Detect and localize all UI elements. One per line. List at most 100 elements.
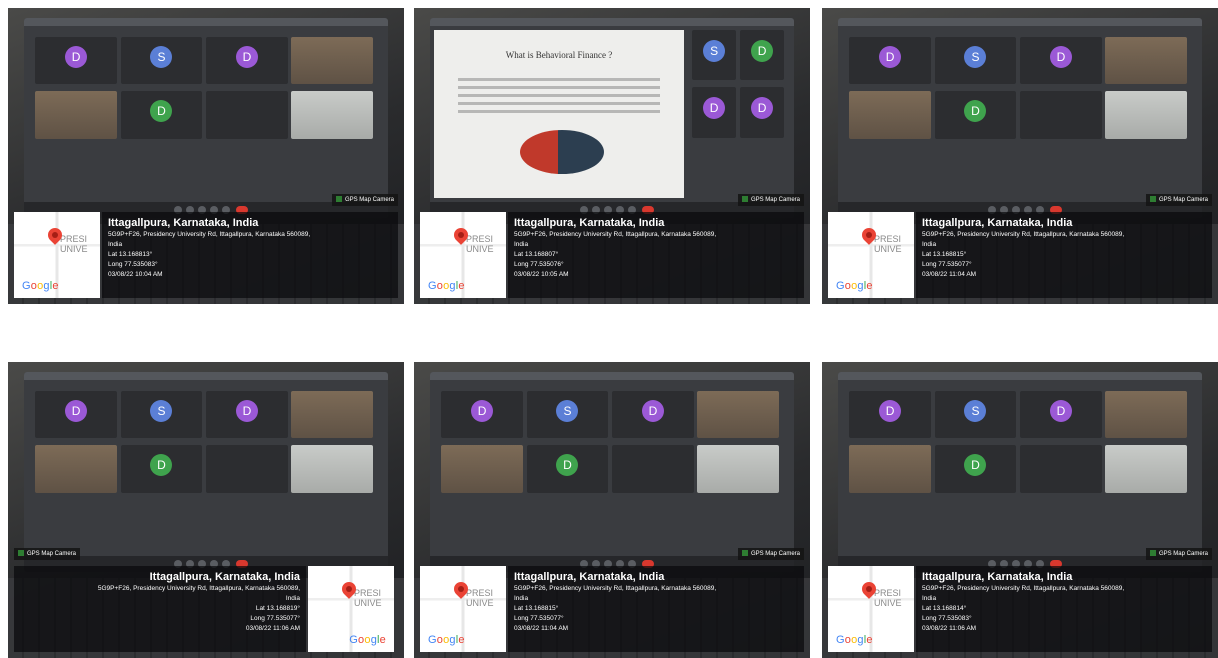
participant-tile[interactable]	[35, 445, 117, 493]
google-logo-letter: G	[428, 280, 437, 292]
participant-tile[interactable]: D	[1020, 390, 1102, 439]
laptop-screen: D S D D	[24, 372, 388, 572]
participant-tile[interactable]	[291, 390, 374, 439]
participant-tile[interactable]: D	[441, 390, 523, 439]
participant-avatar: S	[556, 399, 579, 422]
map-place-label: PRESI UNIVE	[466, 588, 494, 608]
laptop-screen: D S D D	[838, 372, 1202, 572]
participant-tile[interactable]: D	[692, 87, 737, 138]
participant-tile[interactable]: S	[934, 390, 1017, 439]
latitude-line: Lat 13.168819°	[255, 605, 300, 612]
browser-bar	[24, 18, 388, 26]
gps-map-camera-label: GPS Map Camera	[27, 551, 77, 557]
participant-tile[interactable]	[1020, 445, 1102, 493]
latitude-line: Lat 13.168814°	[922, 605, 967, 612]
meeting-grid: D S D D	[28, 384, 384, 554]
participant-tile[interactable]	[206, 445, 288, 493]
laptop-photo: D S D D GPS Map Camera PRESI UNIVE Google Ittag…	[8, 362, 404, 658]
location-title: Ittagallpura, Karnataka, India	[514, 217, 665, 229]
participant-tile[interactable]	[849, 91, 931, 139]
google-logo-letter: e	[866, 280, 873, 292]
google-logo-letter: G	[428, 634, 437, 646]
participant-tile[interactable]	[1105, 36, 1188, 85]
participant-tile[interactable]: D	[612, 390, 694, 439]
participant-tile[interactable]: D	[35, 36, 117, 85]
country-line: India	[514, 241, 529, 248]
datetime-line: 03/08/22 11:04 AM	[922, 271, 977, 278]
gps-info-box: Ittagallpura, Karnataka, India 5G9P+F26, …	[102, 212, 398, 298]
slide-title: What is Behavioral Finance ?	[505, 50, 613, 60]
participant-tile[interactable]: S	[120, 36, 203, 85]
participant-tile[interactable]	[1020, 91, 1102, 139]
participant-tile[interactable]: S	[692, 30, 737, 81]
participant-tile[interactable]: D	[740, 30, 785, 81]
participant-tile[interactable]	[612, 445, 694, 493]
map-thumbnail: PRESI UNIVE Google	[420, 212, 506, 298]
latitude-line: Lat 13.168815°	[922, 251, 967, 258]
longitude-line: Long 77.535083°	[108, 261, 158, 268]
participant-tile[interactable]: D	[740, 87, 785, 138]
gps-camera-icon	[1149, 550, 1156, 557]
longitude-line: Long 77.535077°	[250, 615, 300, 622]
gps-info-box: Ittagallpura, Karnataka, India 5G9P+F26, …	[508, 212, 804, 298]
participant-avatar: D	[751, 40, 774, 63]
gps-map-camera-label: GPS Map Camera	[750, 551, 800, 557]
participant-tile[interactable]	[35, 91, 117, 139]
participant-tile[interactable]: D	[849, 36, 931, 85]
participant-tile[interactable]: D	[206, 36, 288, 85]
participant-tile[interactable]	[1105, 91, 1188, 139]
participant-tile[interactable]: D	[526, 445, 609, 493]
slide-text-line	[458, 86, 660, 89]
participant-tile[interactable]	[441, 445, 523, 493]
participant-tile[interactable]	[697, 390, 780, 439]
participant-tile[interactable]	[849, 445, 931, 493]
participant-tile[interactable]: S	[526, 390, 609, 439]
google-logo-letter: G	[836, 634, 845, 646]
location-title: Ittagallpura, Karnataka, India	[149, 571, 300, 583]
participant-avatar: D	[703, 97, 726, 120]
laptop-screen: D S D D	[24, 18, 388, 218]
datetime-line: 03/08/22 11:06 AM	[922, 625, 977, 632]
participant-tile[interactable]	[291, 445, 374, 493]
laptop-photo: D S D D GPS Map Camera PRESI UNIVE Google Ittag…	[414, 362, 810, 658]
laptop-photo: D S D D GPS Map Camera PRESI UNIVE Google Ittag…	[822, 8, 1218, 304]
participant-avatar: D	[641, 399, 664, 422]
participant-tile[interactable]: D	[934, 91, 1017, 139]
participant-tile[interactable]	[291, 36, 374, 85]
browser-bar	[430, 18, 794, 26]
address-line: 5G9P+F26, Presidency University Rd, Itta…	[922, 585, 1125, 592]
participant-tile[interactable]	[697, 445, 780, 493]
map-thumbnail: PRESI UNIVE Google	[828, 212, 914, 298]
google-logo-letter: G	[349, 634, 359, 646]
longitude-line: Long 77.535083°	[922, 615, 972, 622]
participant-tile[interactable]: S	[120, 390, 203, 439]
participant-avatar: D	[235, 399, 258, 422]
gps-map-camera-tag: GPS Map Camera	[737, 194, 804, 206]
country-line: India	[922, 241, 937, 248]
participant-avatar: D	[964, 100, 987, 123]
google-logo-letter: e	[458, 280, 465, 292]
longitude-line: Long 77.535076°	[514, 261, 564, 268]
gps-map-camera-tag: GPS Map Camera	[1145, 194, 1212, 206]
meeting-grid: D S D D	[28, 30, 384, 200]
participant-tile[interactable]	[206, 91, 288, 139]
participant-tile[interactable]: D	[849, 390, 931, 439]
participant-tile[interactable]: D	[1020, 36, 1102, 85]
participant-avatar: D	[964, 454, 987, 477]
participant-tile[interactable]: D	[35, 390, 117, 439]
participant-tile[interactable]: D	[120, 91, 203, 139]
participant-tile[interactable]: D	[206, 390, 288, 439]
gps-camera-icon	[1149, 196, 1156, 203]
participant-tile[interactable]	[1105, 390, 1188, 439]
participant-tile[interactable]: S	[934, 36, 1017, 85]
slide-text-lines	[458, 78, 660, 118]
participant-avatar: D	[65, 45, 88, 68]
latitude-line: Lat 13.168813°	[108, 251, 153, 258]
participant-tile[interactable]	[1105, 445, 1188, 493]
participant-avatar: D	[556, 454, 579, 477]
gps-map-camera-label: GPS Map Camera	[1158, 197, 1208, 203]
meeting-grid: D S D D	[842, 30, 1198, 200]
participant-tile[interactable]	[291, 91, 374, 139]
participant-tile[interactable]: D	[934, 445, 1017, 493]
participant-tile[interactable]: D	[120, 445, 203, 493]
